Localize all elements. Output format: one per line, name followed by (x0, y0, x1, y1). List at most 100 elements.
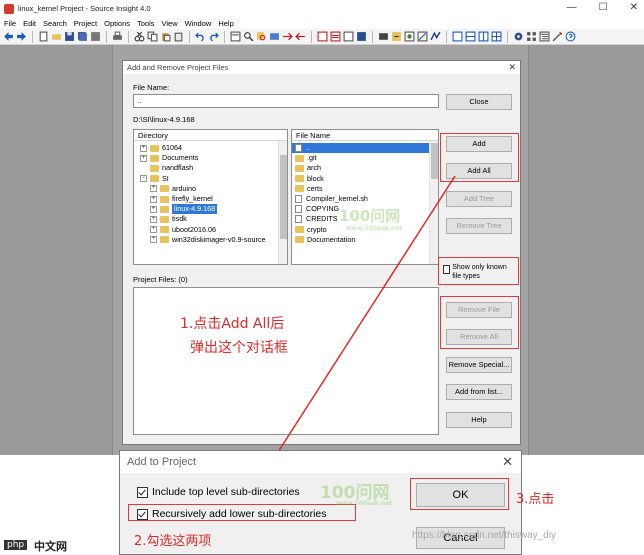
menu-view[interactable]: View (162, 19, 178, 28)
layout-grid-icon[interactable] (491, 31, 502, 42)
layout-split-icon[interactable] (465, 31, 476, 42)
scroll-thumb[interactable] (280, 155, 287, 239)
search-icon[interactable] (243, 31, 254, 42)
scroll-thumb[interactable] (431, 143, 438, 179)
close-icon[interactable]: ✕ (508, 61, 516, 74)
help-button[interactable]: Help (446, 412, 512, 428)
project-files-list[interactable] (133, 287, 439, 435)
cut-icon[interactable] (134, 31, 145, 42)
include-top-checkbox[interactable] (137, 486, 148, 498)
file-item[interactable]: block (292, 174, 429, 184)
file-item[interactable]: Compiler_kernel.sh (292, 194, 429, 204)
save-icon[interactable] (64, 31, 75, 42)
browse-icon[interactable] (404, 31, 415, 42)
forward-arrow-icon[interactable] (16, 31, 27, 42)
remove-tree-button[interactable]: Remove Tree (446, 218, 512, 234)
magic-icon[interactable] (552, 31, 563, 42)
close-button[interactable]: Close (446, 94, 512, 110)
file-name: arch (307, 163, 321, 173)
expand-toggle-icon[interactable]: + (140, 144, 147, 152)
directory-item[interactable]: + firefly_kernel (134, 194, 287, 204)
directory-list[interactable]: Directory +61064 + Documents nandflash − SI + a… (133, 129, 288, 265)
expand-toggle-icon[interactable]: + (140, 154, 147, 162)
expand-toggle-icon[interactable]: − (140, 175, 147, 183)
file-name: Compiler_kernel.sh (306, 193, 368, 203)
redo-icon[interactable] (208, 31, 219, 42)
directory-item[interactable]: + linux-4.9.168 (134, 204, 287, 215)
directory-item[interactable]: + uboot2016.06 (134, 225, 287, 235)
reference-icon[interactable] (417, 31, 428, 42)
file-name-input[interactable]: .. (133, 94, 439, 108)
project-icon[interactable] (230, 31, 241, 42)
menu-bar: File Edit Search Project Options Tools V… (0, 17, 644, 29)
paste-icon[interactable] (160, 31, 171, 42)
expand-toggle-icon[interactable]: + (150, 195, 157, 203)
file-name-label: File Name: (133, 83, 170, 92)
menu-options[interactable]: Options (104, 19, 130, 28)
directory-scrollbar[interactable] (278, 141, 287, 264)
find-next-icon[interactable] (282, 31, 293, 42)
list-icon[interactable] (330, 31, 341, 42)
bookmark-icon[interactable] (317, 31, 328, 42)
file-item[interactable]: arch (292, 163, 429, 173)
grid-icon[interactable] (526, 31, 537, 42)
directory-item[interactable]: + arduino (134, 184, 287, 194)
watermark-top: 100问网 (339, 207, 401, 225)
expand-toggle-icon[interactable]: + (150, 236, 157, 244)
minimize-icon[interactable]: — (567, 2, 577, 13)
print-icon[interactable] (112, 31, 123, 42)
menu-file[interactable]: File (4, 19, 16, 28)
file-item[interactable]: .. (292, 143, 429, 154)
directory-name: arduino (172, 183, 196, 193)
new-file-icon[interactable] (38, 31, 49, 42)
directory-item[interactable]: + tisdk (134, 214, 287, 224)
remove-special-button[interactable]: Remove Special... (446, 357, 512, 373)
directory-item[interactable]: nandflash (134, 163, 287, 173)
menu-search[interactable]: Search (43, 19, 67, 28)
outline-icon[interactable] (539, 31, 550, 42)
close-file-icon[interactable] (90, 31, 101, 42)
open-folder-icon[interactable] (51, 31, 62, 42)
jump-icon[interactable] (391, 31, 402, 42)
expand-toggle-icon[interactable]: + (150, 185, 157, 193)
relation-icon[interactable] (378, 31, 389, 42)
menu-tools[interactable]: Tools (137, 19, 155, 28)
close-icon[interactable]: ✕ (502, 451, 513, 473)
search-project-icon[interactable] (256, 31, 267, 42)
context-window-icon[interactable] (356, 31, 367, 42)
copy-icon[interactable] (147, 31, 158, 42)
directory-item[interactable]: + win32diskimager-v0.9-source (134, 235, 287, 245)
save-all-icon[interactable] (77, 31, 88, 42)
replace-icon[interactable] (269, 31, 280, 42)
close-icon[interactable]: ✕ (630, 2, 638, 13)
directory-item[interactable]: + Documents (134, 153, 287, 163)
file-item[interactable]: Documentation (292, 235, 429, 245)
delete-icon[interactable] (173, 31, 184, 42)
undo-icon[interactable] (195, 31, 206, 42)
layout-cols-icon[interactable] (478, 31, 489, 42)
file-list[interactable]: File Name .. .git arch block certs Compiler_k… (291, 129, 439, 265)
file-scrollbar[interactable] (429, 141, 438, 264)
directory-item[interactable]: − SI (134, 174, 287, 184)
expand-toggle-icon[interactable]: + (150, 215, 157, 223)
back-arrow-icon[interactable] (3, 31, 14, 42)
add-tree-button[interactable]: Add Tree (446, 191, 512, 207)
expand-toggle-icon[interactable]: + (150, 226, 157, 234)
directory-item[interactable]: +61064 (134, 143, 287, 153)
maximize-icon[interactable]: ☐ (599, 2, 608, 13)
expand-toggle-icon[interactable]: + (150, 205, 157, 213)
include-top-option[interactable]: Include top level sub-directories (137, 486, 300, 498)
settings-icon[interactable] (513, 31, 524, 42)
layout-single-icon[interactable] (452, 31, 463, 42)
menu-window[interactable]: Window (185, 19, 212, 28)
menu-project[interactable]: Project (74, 19, 97, 28)
file-item[interactable]: certs (292, 184, 429, 194)
symbol-window-icon[interactable] (343, 31, 354, 42)
file-item[interactable]: .git (292, 153, 429, 163)
find-prev-icon[interactable] (295, 31, 306, 42)
add-from-list-button[interactable]: Add from list... (446, 384, 512, 400)
help-icon[interactable] (565, 31, 576, 42)
menu-edit[interactable]: Edit (23, 19, 36, 28)
sync-icon[interactable] (430, 31, 441, 42)
menu-help[interactable]: Help (218, 19, 233, 28)
